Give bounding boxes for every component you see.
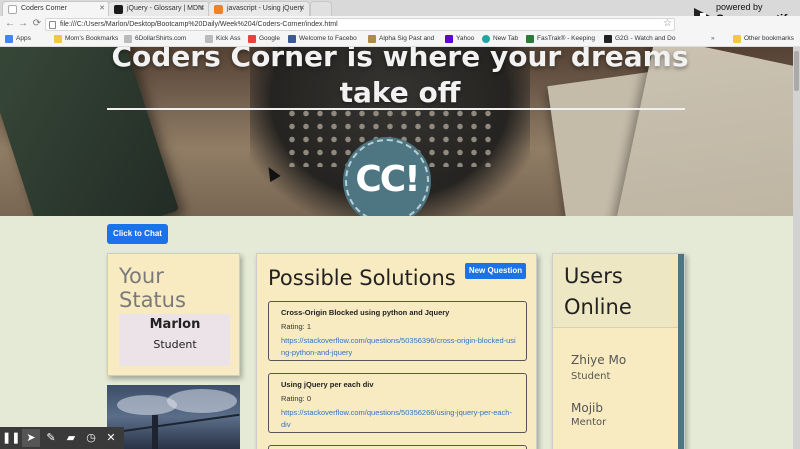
- browser-toolbar: ← → ⟳ file:///C:/Users/Marlon/Desktop/Bo…: [0, 16, 800, 33]
- page-icon: [124, 35, 132, 43]
- address-bar[interactable]: file:///C:/Users/Marlon/Desktop/Bootcamp…: [45, 18, 675, 31]
- users-online-title: Users Online: [564, 264, 632, 319]
- possible-solutions-card: Possible Solutions New Question Cross-Or…: [256, 253, 537, 449]
- cc-logo-text: CC!: [355, 159, 420, 200]
- new-tab-button[interactable]: [310, 1, 332, 16]
- pen-icon[interactable]: ✎: [42, 429, 60, 447]
- user-role: Student: [571, 371, 611, 382]
- solution-link[interactable]: https://stackoverflow.com/questions/5035…: [281, 335, 516, 359]
- page-icon: [604, 35, 612, 43]
- close-icon[interactable]: ✕: [199, 4, 205, 12]
- your-status-card: Your Status Marlon Student: [107, 253, 240, 376]
- bookmark-kick-ass[interactable]: Kick Ass: [205, 35, 241, 43]
- new-question-button[interactable]: New Question: [465, 263, 526, 279]
- recording-controls: ❚❚ ➤ ✎ ▰ ◷ ✕: [0, 427, 124, 449]
- browser-tab-strip: Coders Corner ✕ jQuery - Glossary | MDN …: [0, 0, 800, 16]
- page-icon: [205, 35, 213, 43]
- reload-icon[interactable]: ⟳: [31, 18, 43, 30]
- users-online-accent-bar: [678, 254, 684, 449]
- hero-title-line1: Coders Corner is where your dreams: [111, 47, 689, 73]
- pause-icon[interactable]: ❚❚: [2, 429, 20, 447]
- user-role: Mentor: [571, 417, 607, 428]
- close-icon[interactable]: ✕: [299, 4, 305, 12]
- status-role: Student: [153, 338, 197, 351]
- stackoverflow-icon: [214, 5, 223, 14]
- users-online-card: Users Online Zhiye Mo Student Mojib Ment…: [552, 253, 685, 449]
- bookmark-google[interactable]: Google: [248, 35, 280, 43]
- bookmark-new-tab[interactable]: New Tab: [482, 35, 518, 43]
- folder-icon: [54, 35, 62, 43]
- eraser-icon[interactable]: ▰: [62, 429, 80, 447]
- bookmark-6dollarshirts[interactable]: 6DollarShirts.com: [124, 35, 186, 43]
- yahoo-icon: [445, 35, 453, 43]
- hero-divider: [107, 108, 685, 110]
- powered-by-label: powered by: [716, 2, 763, 12]
- tab-label: Coders Corner: [21, 5, 67, 12]
- cc-logo: CC!: [345, 139, 429, 216]
- google-icon: [248, 35, 256, 43]
- solution-question: Cross-Origin Blocked using python and Jq…: [281, 308, 450, 317]
- bookmark-fastrak[interactable]: FasTrak® - Keeping: [526, 35, 595, 43]
- close-icon[interactable]: ✕: [102, 429, 120, 447]
- bookmark-apps[interactable]: Apps: [5, 35, 31, 43]
- folder-icon: [733, 35, 741, 43]
- chevron-more-icon[interactable]: »: [700, 35, 715, 42]
- hero-title-line2: take off: [339, 76, 461, 109]
- page-icon: [8, 5, 17, 14]
- tab-label: javascript - Using jQuery: [227, 5, 304, 12]
- status-box: Marlon Student: [119, 314, 230, 366]
- page-icon: [526, 35, 534, 43]
- close-icon[interactable]: ✕: [99, 4, 105, 12]
- page-icon: [482, 35, 490, 43]
- bookmark-g2g[interactable]: G2G - Watch and Do: [604, 35, 675, 43]
- solution-item: Using jQuery per each div Rating: 0 http…: [268, 373, 527, 433]
- forward-icon[interactable]: →: [17, 18, 29, 30]
- bridge-image: [107, 385, 240, 449]
- hero-banner: Coders Corner is where your dreams take …: [0, 47, 800, 216]
- page-icon: [49, 21, 56, 29]
- bookmark-moms-bookmarks[interactable]: Mom's Bookmarks: [54, 35, 118, 43]
- solution-item: [268, 445, 527, 449]
- user-name: Zhiye Mo: [571, 353, 627, 367]
- scrollbar-thumb[interactable]: [794, 51, 799, 91]
- solution-question: Using jQuery per each div: [281, 380, 374, 389]
- user-name: Mojib: [571, 401, 603, 415]
- bookmark-facebook[interactable]: Welcome to Facebo: [288, 35, 357, 43]
- status-name: Marlon: [149, 317, 201, 332]
- mdn-icon: [114, 5, 123, 14]
- solution-rating: Rating: 0: [281, 394, 312, 403]
- cursor-tool-icon[interactable]: ➤: [22, 429, 40, 447]
- back-icon[interactable]: ←: [4, 18, 16, 30]
- other-bookmarks[interactable]: Other bookmarks: [733, 35, 794, 43]
- page-icon: [368, 35, 376, 43]
- click-to-chat-button[interactable]: Click to Chat: [107, 224, 168, 244]
- solutions-title: Possible Solutions: [268, 266, 456, 290]
- bookmark-yahoo[interactable]: Yahoo: [445, 35, 474, 43]
- bookmarks-bar: Apps Mom's Bookmarks 6DollarShirts.com K…: [0, 33, 800, 47]
- bookmark-star-icon[interactable]: ☆: [663, 18, 672, 29]
- users-online-header: Users Online: [553, 254, 680, 328]
- page-scrollbar[interactable]: [793, 47, 800, 449]
- tab-coders-corner[interactable]: Coders Corner ✕: [2, 1, 110, 16]
- solution-rating: Rating: 1: [281, 322, 312, 331]
- tab-label: jQuery - Glossary | MDN: [127, 5, 204, 12]
- address-bar-url: file:///C:/Users/Marlon/Desktop/Bootcamp…: [60, 21, 338, 28]
- solution-item: Cross-Origin Blocked using python and Jq…: [268, 301, 527, 361]
- tab-stackoverflow[interactable]: javascript - Using jQuery ✕: [208, 1, 310, 16]
- tab-jquery-glossary[interactable]: jQuery - Glossary | MDN ✕: [108, 1, 210, 16]
- solution-link[interactable]: https://stackoverflow.com/questions/5035…: [281, 407, 516, 431]
- apps-icon: [5, 35, 13, 43]
- facebook-icon: [288, 35, 296, 43]
- hero-title: Coders Corner is where your dreams take …: [100, 47, 700, 111]
- timer-icon[interactable]: ◷: [82, 429, 100, 447]
- status-title: Your Status: [119, 264, 186, 312]
- bookmark-alpha-sig[interactable]: Alpha Sig Past and: [368, 35, 434, 43]
